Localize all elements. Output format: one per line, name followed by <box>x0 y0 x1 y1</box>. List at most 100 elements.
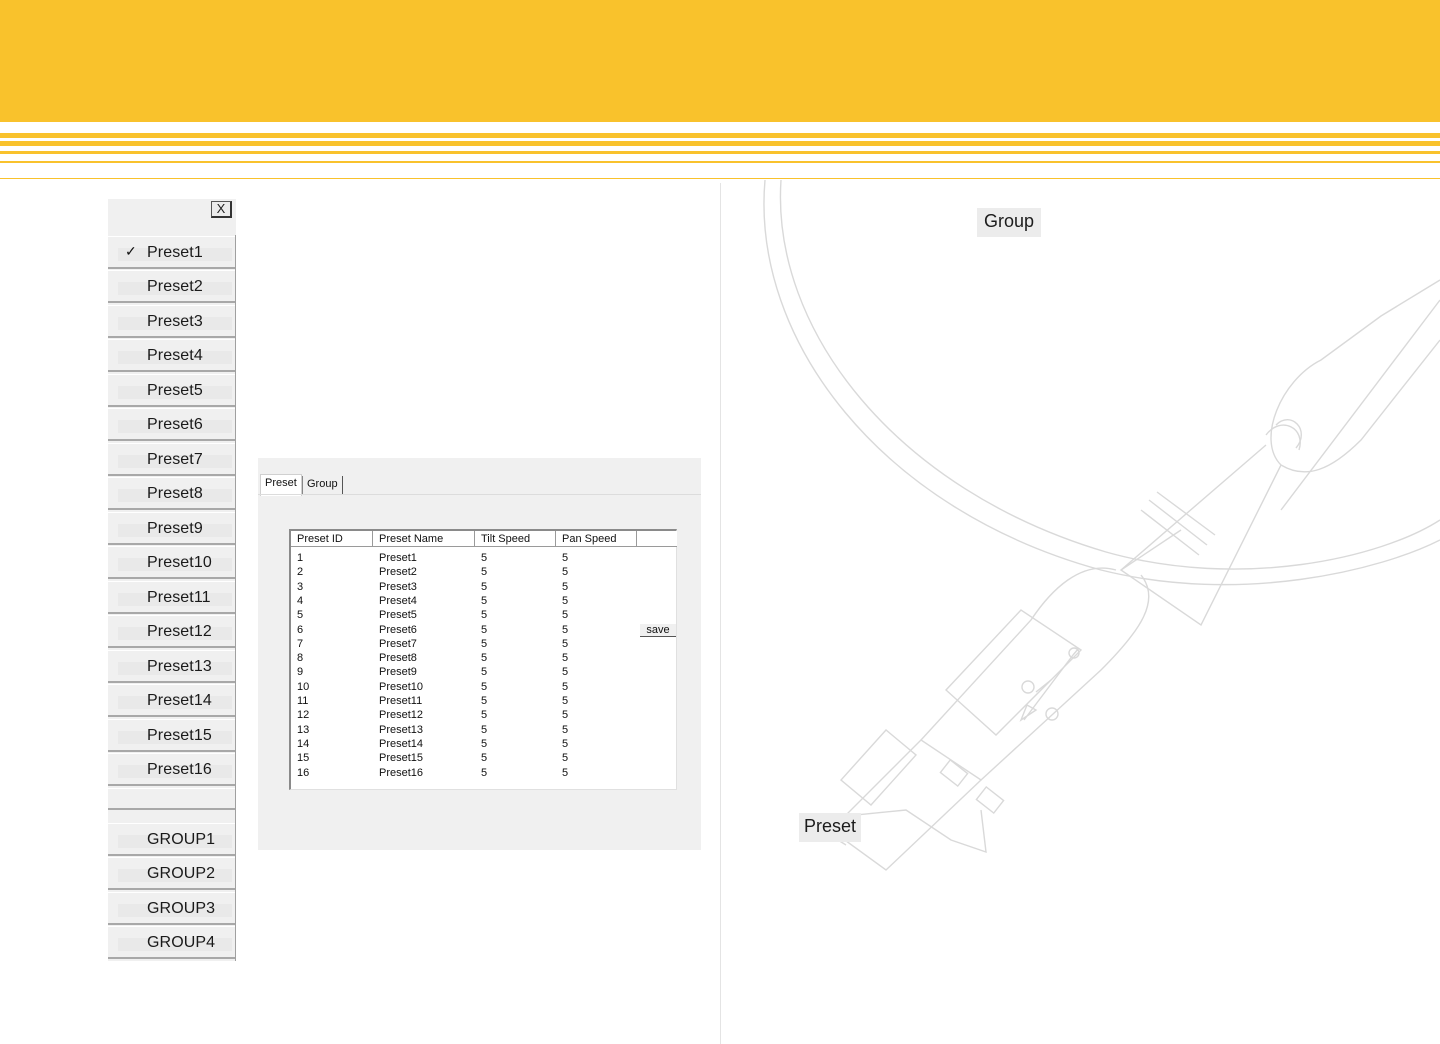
menu-item-preset15[interactable]: Preset15 <box>108 719 235 752</box>
table-cell: 11 <box>297 695 309 707</box>
table-cell: 5 <box>562 737 569 750</box>
table-cell: Preset12 <box>379 709 424 722</box>
menu-item-preset4[interactable]: Preset4 <box>108 339 235 372</box>
menu-item-group4[interactable]: GROUP4 <box>108 926 235 959</box>
table-row[interactable]: 9 Preset9 5 5 <box>291 665 677 679</box>
menu-item-preset10[interactable]: Preset10 <box>108 546 235 579</box>
menu-item-preset13[interactable]: Preset13 <box>108 650 235 683</box>
preset-settings-panel: Preset Group Preset ID Preset Name Tilt … <box>258 458 701 850</box>
menu-item-preset6[interactable]: Preset6 <box>108 408 235 441</box>
save-button[interactable]: save <box>640 624 676 637</box>
column-header[interactable]: Preset Name <box>373 531 475 547</box>
table-cell: 5 <box>481 680 488 693</box>
table-cell: Preset1 <box>379 552 417 564</box>
table-cell: 5 <box>481 709 488 722</box>
table-cell: 9 <box>297 666 304 679</box>
group-button[interactable]: Group <box>977 208 1041 237</box>
menu-item-preset1[interactable]: ✓ Preset1 <box>108 236 235 269</box>
menu-item-preset16[interactable]: Preset16 <box>108 753 235 786</box>
table-cell: 5 <box>481 580 488 593</box>
column-header[interactable]: Preset ID <box>291 531 373 547</box>
table-row[interactable]: 7 Preset7 5 5 <box>291 637 677 651</box>
table-cell: 5 <box>481 637 488 650</box>
menu-item-label: Preset4 <box>147 347 203 364</box>
menu-item-label: Preset14 <box>147 692 212 709</box>
table-cell: 5 <box>297 609 304 622</box>
tab-group[interactable]: Group <box>302 476 343 494</box>
menu-item-group2[interactable]: GROUP2 <box>108 857 235 890</box>
table-row[interactable]: 13 Preset13 5 5 <box>291 723 677 737</box>
table-cell: Preset6 <box>379 623 417 636</box>
menu-item-label: GROUP4 <box>147 934 216 951</box>
table-cell: 5 <box>481 652 488 665</box>
preset-context-menu: X ✓ Preset1 Preset2 Preset3 Preset4 Prese… <box>108 199 236 961</box>
close-button[interactable]: X <box>211 201 232 218</box>
table-header: Preset ID Preset Name Tilt Speed Pan Spe… <box>291 531 677 547</box>
menu-item-preset12[interactable]: Preset12 <box>108 615 235 648</box>
menu-item-label: Preset10 <box>147 554 212 571</box>
menu-item-label: GROUP1 <box>147 831 216 848</box>
table-cell: 5 <box>562 766 569 779</box>
table-cell: Preset10 <box>379 680 424 693</box>
preset-button[interactable]: Preset <box>799 813 861 842</box>
table-cell: 15 <box>297 752 310 765</box>
menu-item-label: Preset8 <box>147 485 203 502</box>
preset-table: Preset ID Preset Name Tilt Speed Pan Spe… <box>289 529 677 790</box>
table-cell: Preset16 <box>379 766 424 779</box>
table-cell: 14 <box>297 737 310 750</box>
table-cell: 5 <box>481 552 488 564</box>
table-row[interactable]: 14 Preset14 5 5 <box>291 737 677 751</box>
column-header[interactable]: Pan Speed <box>556 531 637 547</box>
table-cell: 5 <box>481 695 488 707</box>
table-cell: 5 <box>562 752 569 765</box>
menu-item-label: Preset13 <box>147 658 212 675</box>
table-row[interactable]: 3 Preset3 5 5 <box>291 580 677 594</box>
table-cell: 1 <box>297 552 304 564</box>
table-row[interactable]: 1 Preset1 5 5 <box>291 551 677 565</box>
table-cell: 5 <box>562 566 569 579</box>
tab-preset[interactable]: Preset <box>260 474 302 496</box>
menu-item-label: Preset15 <box>147 727 212 744</box>
table-row[interactable]: 4 Preset4 5 5 <box>291 594 677 608</box>
table-cell: 4 <box>297 594 304 607</box>
table-cell: Preset2 <box>379 566 417 579</box>
menu-item-label: Preset1 <box>147 244 203 261</box>
menu-item-preset5[interactable]: Preset5 <box>108 374 235 407</box>
table-row[interactable]: 6 Preset6 5 5 <box>291 623 677 637</box>
table-cell: 8 <box>297 652 304 665</box>
usb-cable-illustration <box>763 180 1440 871</box>
table-row[interactable]: 16 Preset16 5 5 <box>291 766 677 780</box>
table-row[interactable]: 12 Preset12 5 5 <box>291 708 677 722</box>
menu-item-label: GROUP3 <box>147 900 216 917</box>
column-header[interactable]: Tilt Speed <box>475 531 556 547</box>
table-cell: 3 <box>297 580 304 593</box>
menu-item-preset9[interactable]: Preset9 <box>108 512 235 545</box>
table-cell: 5 <box>562 723 569 736</box>
menu-item-preset2[interactable]: Preset2 <box>108 270 235 303</box>
menu-item-label: Preset11 <box>147 589 211 606</box>
table-row[interactable]: 2 Preset2 5 5 <box>291 565 677 579</box>
table-cell: 5 <box>481 723 488 736</box>
menu-item-group1[interactable]: GROUP1 <box>108 823 235 856</box>
menu-item-preset11[interactable]: Preset11 <box>108 581 235 614</box>
table-cell: 12 <box>297 709 310 722</box>
menu-item-preset3[interactable]: Preset3 <box>108 305 235 338</box>
menu-item-preset8[interactable]: Preset8 <box>108 477 235 510</box>
table-row[interactable]: 15 Preset15 5 5 <box>291 751 677 765</box>
header-stripe <box>0 151 1440 154</box>
table-cell: 5 <box>562 680 569 693</box>
table-row[interactable]: 11 Preset11 5 5 <box>291 694 677 708</box>
menu-item-group3[interactable]: GROUP3 <box>108 892 235 925</box>
header-stripe <box>0 141 1440 146</box>
menu-item-preset7[interactable]: Preset7 <box>108 443 235 476</box>
page-divider <box>720 183 721 1044</box>
check-icon: ✓ <box>125 243 137 259</box>
table-cell: 2 <box>297 566 304 579</box>
table-row[interactable]: 5 Preset5 5 5 <box>291 608 677 622</box>
menu-item-label: Preset16 <box>147 761 212 778</box>
table-cell: Preset14 <box>379 737 424 750</box>
table-row[interactable]: 10 Preset10 5 5 <box>291 680 677 694</box>
menu-item-preset14[interactable]: Preset14 <box>108 684 235 717</box>
table-cell: 5 <box>562 637 569 650</box>
table-row[interactable]: 8 Preset8 5 5 <box>291 651 677 665</box>
